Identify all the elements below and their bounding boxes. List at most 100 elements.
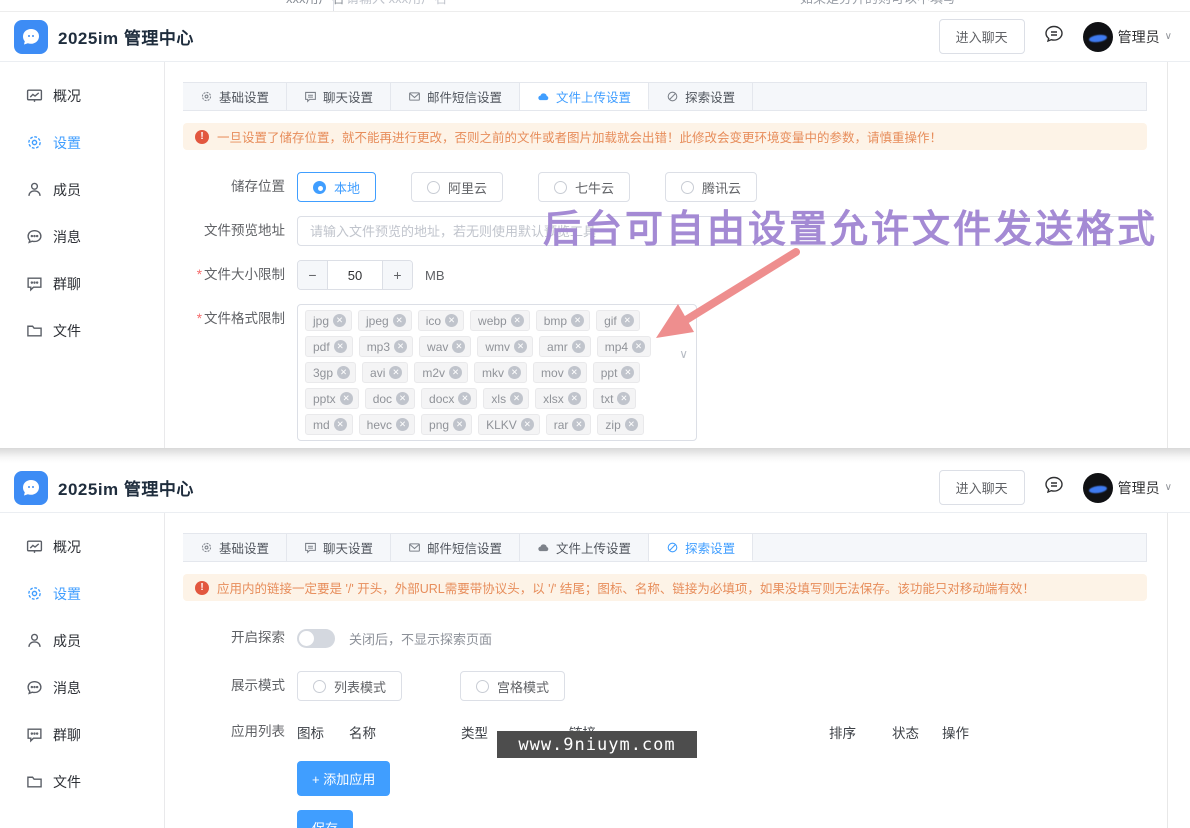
app-title: 2025im 管理中心: [58, 475, 194, 500]
save-button[interactable]: 保存: [297, 810, 353, 828]
tab-explore-settings[interactable]: 探索设置: [649, 83, 753, 110]
add-app-button[interactable]: + 添加应用: [297, 761, 390, 796]
format-tag: mov✕: [533, 362, 587, 383]
sidebar-item-settings[interactable]: 设置: [0, 119, 164, 166]
remove-tag-icon[interactable]: ✕: [393, 314, 406, 327]
tab-basic-settings[interactable]: 基础设置: [183, 83, 287, 110]
tab-file-upload-settings[interactable]: 文件上传设置: [520, 534, 649, 561]
format-tags-box[interactable]: jpg✕ jpeg✕ ico✕ webp✕ bmp✕ gif✕: [297, 304, 697, 441]
sidebar-item-members[interactable]: 成员: [0, 166, 164, 213]
remove-tag-icon[interactable]: ✕: [394, 340, 407, 353]
table-column-header: 图标: [297, 722, 349, 742]
remove-tag-icon[interactable]: ✕: [445, 314, 458, 327]
remove-tag-icon[interactable]: ✕: [514, 340, 527, 353]
sidebar-item-files[interactable]: 文件: [0, 758, 164, 805]
tab-chat-settings[interactable]: 聊天设置: [287, 534, 391, 561]
format-tag: doc✕: [365, 388, 415, 409]
avatar[interactable]: [1083, 473, 1113, 503]
remove-tag-icon[interactable]: ✕: [568, 392, 581, 405]
storage-radio-local[interactable]: 本地: [297, 172, 376, 202]
remove-tag-icon[interactable]: ✕: [333, 314, 346, 327]
mode-radio-grid[interactable]: 宫格模式: [460, 671, 565, 701]
tab-file-upload-settings[interactable]: 文件上传设置: [520, 83, 649, 110]
remove-tag-icon[interactable]: ✕: [621, 314, 634, 327]
explore-toggle[interactable]: [297, 629, 335, 648]
remove-tag-icon[interactable]: ✕: [508, 366, 521, 379]
remove-tag-icon[interactable]: ✕: [572, 418, 585, 431]
sidebar-item-groups[interactable]: 群聊: [0, 260, 164, 307]
remove-tag-icon[interactable]: ✕: [334, 340, 347, 353]
sidebar-item-members[interactable]: 成员: [0, 617, 164, 664]
remove-tag-icon[interactable]: ✕: [632, 340, 645, 353]
app-list-label: 应用列表: [183, 717, 285, 747]
admin-menu[interactable]: 管理员 ∨: [1083, 473, 1172, 503]
enter-chat-button[interactable]: 进入聊天: [939, 19, 1025, 54]
preview-url-input[interactable]: [297, 216, 1147, 246]
explore-warning-banner: ! 应用内的链接一定要是 '/' 开头，外部URL需要带协议头，以 '/' 结尾…: [183, 574, 1147, 601]
sidebar-item-settings[interactable]: 设置: [0, 570, 164, 617]
tab-basic-settings[interactable]: 基础设置: [183, 534, 287, 561]
remove-tag-icon[interactable]: ✕: [572, 340, 585, 353]
sidebar-item-groups[interactable]: 群聊: [0, 711, 164, 758]
remove-tag-icon[interactable]: ✕: [617, 392, 630, 405]
gear-icon: [200, 541, 213, 554]
remove-tag-icon[interactable]: ✕: [621, 366, 634, 379]
format-tag: webp✕: [470, 310, 530, 331]
stepper-plus-button[interactable]: +: [382, 261, 412, 289]
feedback-icon[interactable]: [1043, 23, 1065, 50]
remove-tag-icon[interactable]: ✕: [337, 366, 350, 379]
mode-radio-list[interactable]: 列表模式: [297, 671, 402, 701]
remove-tag-icon[interactable]: ✕: [458, 392, 471, 405]
screen-explore-settings: 2025im 管理中心 进入聊天 管理员 ∨ 概况: [0, 463, 1190, 828]
sidebar: 概况 设置 成员 消息 群聊: [0, 513, 165, 828]
sidebar-item-messages[interactable]: 消息: [0, 213, 164, 260]
remove-tag-icon[interactable]: ✕: [571, 314, 584, 327]
gear-icon: [26, 585, 43, 602]
remove-tag-icon[interactable]: ✕: [625, 418, 638, 431]
remove-tag-icon[interactable]: ✕: [510, 392, 523, 405]
sidebar-item-overview[interactable]: 概况: [0, 523, 164, 570]
remove-tag-icon[interactable]: ✕: [452, 340, 465, 353]
storage-radio-aliyun[interactable]: 阿里云: [411, 172, 503, 202]
size-unit: MB: [425, 268, 445, 283]
circle-slash-icon: [666, 90, 679, 103]
app-title: 2025im 管理中心: [58, 24, 194, 49]
size-value[interactable]: 50: [328, 261, 382, 289]
format-tag: xls✕: [483, 388, 529, 409]
stepper-minus-button[interactable]: −: [298, 261, 328, 289]
remove-tag-icon[interactable]: ✕: [511, 314, 524, 327]
avatar[interactable]: [1083, 22, 1113, 52]
chevron-down-icon[interactable]: ∨: [679, 347, 688, 361]
remove-tag-icon[interactable]: ✕: [521, 418, 534, 431]
sidebar-item-messages[interactable]: 消息: [0, 664, 164, 711]
admin-menu[interactable]: 管理员 ∨: [1083, 22, 1172, 52]
tab-mail-sms-settings[interactable]: 邮件短信设置: [391, 83, 520, 110]
overview-icon: [26, 87, 43, 104]
tab-explore-settings[interactable]: 探索设置: [649, 534, 753, 561]
enter-chat-button[interactable]: 进入聊天: [939, 470, 1025, 505]
remove-tag-icon[interactable]: ✕: [389, 366, 402, 379]
remove-tag-icon[interactable]: ✕: [396, 418, 409, 431]
remove-tag-icon[interactable]: ✕: [453, 418, 466, 431]
sidebar-item-overview[interactable]: 概况: [0, 72, 164, 119]
sidebar: 概况 设置 成员 消息 群聊: [0, 62, 165, 448]
storage-radio-qiniu[interactable]: 七牛云: [538, 172, 630, 202]
feedback-icon[interactable]: [1043, 474, 1065, 501]
cloud-upload-icon: [537, 541, 550, 554]
explore-form: 开启探索 关闭后，不显示探索页面 展示模式 列表模式 宫格模式: [183, 623, 1147, 828]
app-header: 2025im 管理中心 进入聊天 管理员 ∨: [0, 463, 1190, 513]
folder-icon: [26, 773, 43, 790]
remove-tag-icon[interactable]: ✕: [334, 418, 347, 431]
format-tag: pdf✕: [305, 336, 353, 357]
remove-tag-icon[interactable]: ✕: [449, 366, 462, 379]
remove-tag-icon[interactable]: ✕: [340, 392, 353, 405]
remove-tag-icon[interactable]: ✕: [568, 366, 581, 379]
format-tag: txt✕: [593, 388, 637, 409]
storage-radio-tencent[interactable]: 腾讯云: [665, 172, 757, 202]
chat-square-icon: [26, 275, 43, 292]
tab-chat-settings[interactable]: 聊天设置: [287, 83, 391, 110]
chevron-down-icon: ∨: [1165, 31, 1172, 42]
tab-mail-sms-settings[interactable]: 邮件短信设置: [391, 534, 520, 561]
remove-tag-icon[interactable]: ✕: [396, 392, 409, 405]
sidebar-item-files[interactable]: 文件: [0, 307, 164, 354]
